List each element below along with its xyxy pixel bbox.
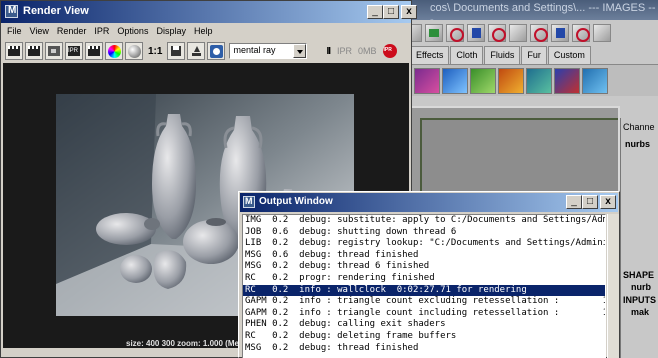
output-window-controls: _ □ x xyxy=(566,195,616,209)
maya-status-line xyxy=(400,20,658,46)
snapshot-icon[interactable] xyxy=(45,42,63,60)
log-line[interactable]: PHEN 0.2 debug: calling exit shaders xyxy=(243,319,605,331)
menu-help[interactable]: Help xyxy=(190,23,217,41)
output-window-title-bar[interactable]: Output Window _ □ x xyxy=(240,193,618,212)
ipr-render-icon[interactable] xyxy=(551,24,569,42)
render-view-menu-bar: File View Render IPR Options Display Hel… xyxy=(1,23,411,41)
alpha-channel-icon[interactable] xyxy=(125,42,143,60)
log-line[interactable]: RC 0.2 progr: rendering finished xyxy=(243,273,605,285)
real-size-button[interactable]: 1:1 xyxy=(145,46,165,57)
refresh-ipr-icon[interactable] xyxy=(85,42,103,60)
close-button[interactable]: x xyxy=(600,195,616,209)
minimize-button[interactable]: _ xyxy=(566,195,582,209)
render-settings-icon[interactable] xyxy=(207,42,226,60)
menu-display[interactable]: Display xyxy=(152,23,190,41)
minimize-button[interactable]: _ xyxy=(367,5,383,19)
channel-box-object-name[interactable]: nurbs xyxy=(625,139,650,149)
render-globals-icon[interactable] xyxy=(572,24,590,42)
menu-file[interactable]: File xyxy=(3,23,26,41)
shelf-particle-icon[interactable] xyxy=(498,67,524,94)
maximize-button[interactable]: □ xyxy=(383,5,399,19)
snap-curve-icon[interactable] xyxy=(446,24,464,42)
shelf-tab-fluids[interactable]: Fluids xyxy=(484,46,521,64)
channel-box-input-name[interactable]: mak xyxy=(631,307,649,317)
log-line[interactable]: MSG 0.2 debug: thread finished xyxy=(243,343,605,355)
channel-box: Channe nurbs SHAPE nurb INPUTS mak xyxy=(620,118,658,358)
log-line[interactable]: GAPM 0.2 info : triangle count excluding… xyxy=(243,296,605,308)
render-view-title: Render View xyxy=(23,5,89,17)
shelf-tab-cloth[interactable]: Cloth xyxy=(450,46,484,64)
shelf-tab-custom[interactable]: Custom xyxy=(547,46,591,64)
stop-ipr-icon[interactable] xyxy=(382,44,397,58)
shelf-rigid-icon[interactable] xyxy=(582,67,608,94)
channel-box-shape-name[interactable]: nurb xyxy=(631,282,651,292)
log-line-selected[interactable]: RC 0.2 info : wallclock 0:02:27.71 for r… xyxy=(243,284,605,297)
shelf-fluid-icon[interactable] xyxy=(442,67,468,94)
render-view-window-controls: _ □ x xyxy=(367,5,417,19)
maya-app-icon xyxy=(243,196,255,208)
shelf-tab-effects[interactable]: Effects xyxy=(410,46,450,64)
log-line[interactable]: JOB 0.6 debug: shutting down thread 6 xyxy=(243,227,605,239)
maya-panel-gap xyxy=(412,96,658,106)
shelf-fx-icon[interactable] xyxy=(414,67,440,94)
chevron-down-icon[interactable] xyxy=(293,44,307,58)
log-line[interactable]: MSG 0.2 debug: thread 6 finished xyxy=(243,261,605,273)
render-region-icon[interactable] xyxy=(25,42,43,60)
renderer-dropdown-value: mental ray xyxy=(233,45,276,55)
menu-view[interactable]: View xyxy=(26,23,53,41)
log-line[interactable]: MSG 0.6 debug: thread finished xyxy=(243,250,605,262)
menu-render[interactable]: Render xyxy=(53,23,91,41)
shelf-tab-fur[interactable]: Fur xyxy=(521,46,547,64)
snap-point-icon[interactable] xyxy=(467,24,485,42)
load-image-icon[interactable] xyxy=(187,42,206,60)
ipr-render-icon[interactable] xyxy=(65,42,83,60)
menu-ipr[interactable]: IPR xyxy=(90,23,113,41)
menu-options[interactable]: Options xyxy=(113,23,152,41)
render-view-title-bar[interactable]: Render View _ □ x xyxy=(1,1,417,23)
history-icon[interactable] xyxy=(509,24,527,42)
render-current-frame-icon[interactable] xyxy=(530,24,548,42)
shelf-soft-body-icon[interactable] xyxy=(470,67,496,94)
shelf-emitter-icon[interactable] xyxy=(526,67,552,94)
snap-view-icon[interactable] xyxy=(488,24,506,42)
log-line[interactable]: IMG 0.2 debug: substitute: apply to C:/D… xyxy=(243,215,605,227)
close-button[interactable]: x xyxy=(401,5,417,19)
pause-ipr-button[interactable]: II xyxy=(323,46,333,57)
rgb-channels-icon[interactable] xyxy=(105,42,123,60)
selection-mask-icon[interactable] xyxy=(425,24,443,42)
log-line[interactable]: RC 0.2 debug: deleting frame buffers xyxy=(243,331,605,343)
shelf-tab-bar: Effects Cloth Fluids Fur Custom xyxy=(410,46,592,64)
maya-app-icon xyxy=(5,5,18,18)
log-line[interactable]: GAPM 0.2 info : triangle count including… xyxy=(243,308,605,320)
ipr-memory-label: IPR xyxy=(337,46,353,56)
clapper-icon[interactable] xyxy=(593,24,611,42)
redo-render-icon[interactable] xyxy=(5,42,23,60)
output-log[interactable]: IMG 0.2 debug: substitute: apply to C:/D… xyxy=(242,214,606,358)
shelf-bar xyxy=(410,64,658,96)
channel-box-inputs-label: INPUTS xyxy=(623,295,657,305)
channel-box-tab[interactable]: Channe xyxy=(623,122,655,132)
output-log-scrollbar[interactable] xyxy=(607,214,619,358)
renderer-dropdown[interactable]: mental ray xyxy=(229,43,308,59)
maximize-button[interactable]: □ xyxy=(582,195,598,209)
shelf-field-icon[interactable] xyxy=(554,67,580,94)
channel-box-shapes-label: SHAPE xyxy=(623,270,655,280)
ipr-memory-value: 0MB xyxy=(358,46,377,56)
render-view-toolbar: 1:1 mental ray II IPR 0MB xyxy=(1,41,411,61)
output-window: Output Window _ □ x IMG 0.2 debug: subst… xyxy=(238,191,620,358)
save-image-icon[interactable] xyxy=(167,42,186,60)
output-window-title: Output Window xyxy=(259,196,333,207)
log-line[interactable]: LIB 0.2 debug: registry lookup: "C:/Docu… xyxy=(243,238,605,250)
